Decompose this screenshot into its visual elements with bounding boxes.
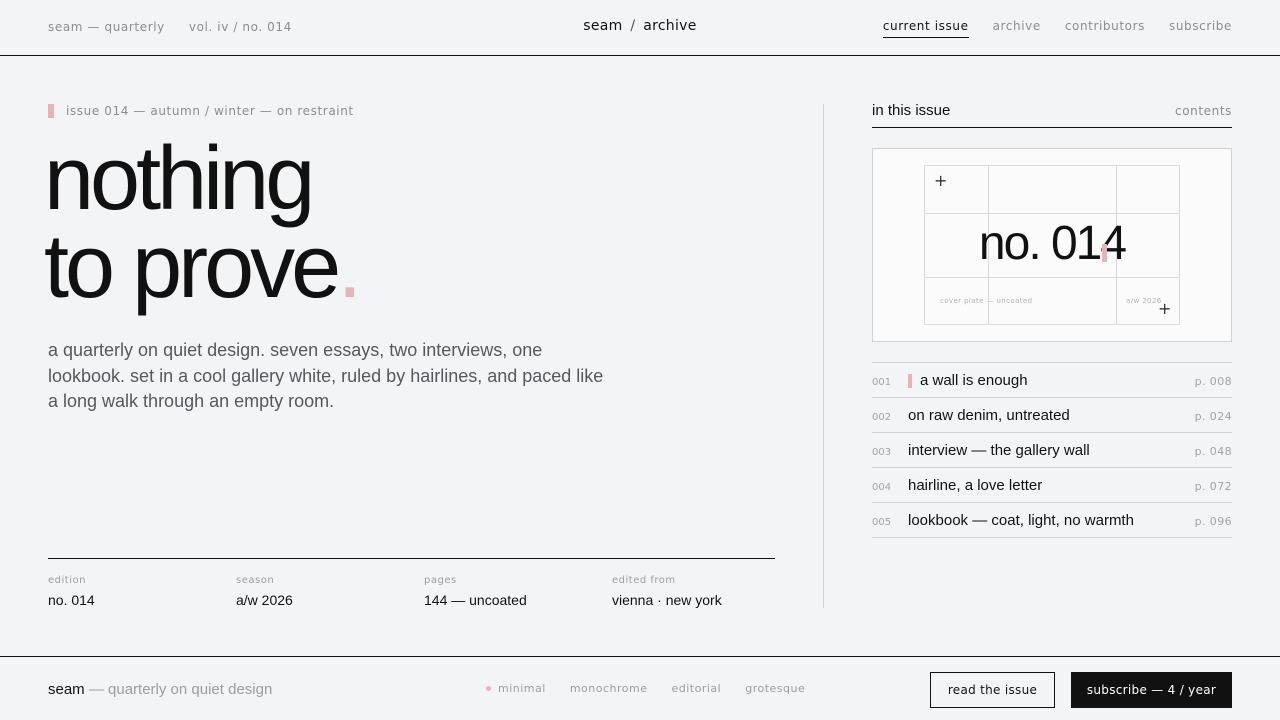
toc-title: a wall is enough xyxy=(908,372,1028,389)
meta-edition: edition no. 014 xyxy=(48,575,95,608)
meta-season: season a/w 2026 xyxy=(236,575,293,608)
meta-value: no. 014 xyxy=(48,592,95,608)
meta-value: a/w 2026 xyxy=(236,592,293,608)
cover-number: no. 014 xyxy=(978,217,1127,270)
top-bar: seam — quarterly vol. iv / no. 014 seam /… xyxy=(0,0,1280,56)
issue-kicker: issue 014 — autumn / winter — on restrai… xyxy=(48,104,354,118)
sidebar-title: in this issue xyxy=(872,102,951,119)
tag-minimal[interactable]: minimal xyxy=(486,682,546,695)
sidebar-header: in this issue contents xyxy=(872,102,1232,128)
nav-contributors[interactable]: contributors xyxy=(1065,19,1145,38)
plate-grid-line xyxy=(925,213,1179,214)
crosshair-icon: + xyxy=(934,171,948,190)
site-title-right: archive xyxy=(643,18,697,34)
meta-pages: pages 144 — uncoated xyxy=(424,575,527,608)
lede-paragraph: a quarterly on quiet design. seven essay… xyxy=(48,340,604,411)
toc-title: interview — the gallery wall xyxy=(908,442,1090,459)
meta-label: season xyxy=(236,575,275,586)
site-title-separator: / xyxy=(630,18,636,34)
footer-brand: seam — quarterly on quiet design xyxy=(48,681,272,698)
meta-label: edition xyxy=(48,575,86,586)
style-tags: minimal monochrome editorial grotesque xyxy=(486,682,805,695)
toc-title: hairline, a love letter xyxy=(908,477,1043,494)
toc-title: lookbook — coat, light, no warmth xyxy=(908,512,1134,529)
active-dot-icon xyxy=(486,686,491,691)
meta-value: 144 — uncoated xyxy=(424,592,527,608)
headline-line-1: nothing xyxy=(44,129,315,229)
headline-dot: . xyxy=(337,217,362,317)
toc-item[interactable]: 002 on raw denim, untreated p. 024 xyxy=(872,398,1232,433)
meta-edited-from: edited from vienna · new york xyxy=(612,575,722,608)
nav-archive[interactable]: archive xyxy=(993,19,1041,38)
kicker-text: issue 014 — autumn / winter — on restrai… xyxy=(66,104,354,118)
column-divider xyxy=(823,104,824,608)
cover-season: a/w 2026 xyxy=(1126,297,1162,305)
toc-title-text: a wall is enough xyxy=(920,372,1028,389)
toc-number: 004 xyxy=(872,482,892,493)
tag-editorial[interactable]: editorial xyxy=(671,682,721,695)
meta-value: vienna · new york xyxy=(612,592,722,608)
toc-item[interactable]: 003 interview — the gallery wall p. 048 xyxy=(872,433,1232,468)
toc-number: 003 xyxy=(872,447,892,458)
toc-page: p. 096 xyxy=(1194,515,1232,528)
headline-line-2: to prove. xyxy=(44,222,362,312)
footer-bar: seam — quarterly on quiet design minimal… xyxy=(0,656,1280,720)
accent-mark xyxy=(48,104,54,118)
toc-marker xyxy=(908,373,912,388)
headline: nothing to prove. xyxy=(44,129,362,312)
issue-meta: edition no. 014 season a/w 2026 pages 14… xyxy=(48,558,775,608)
tag-label: minimal xyxy=(498,682,546,695)
contents-link[interactable]: contents xyxy=(1175,104,1232,118)
toc-page: p. 048 xyxy=(1194,445,1232,458)
toc-page: p. 024 xyxy=(1194,410,1232,423)
meta-label: edited from xyxy=(612,575,676,586)
toc-number: 001 xyxy=(872,377,892,388)
cover-accent-bar xyxy=(1102,244,1107,262)
cover-plate: + + no. 014 cover plate — uncoated a/w 2… xyxy=(924,165,1180,325)
cover-caption: cover plate — uncoated xyxy=(940,297,1033,305)
toc-number: 005 xyxy=(872,517,892,528)
headline-line-2-text: to prove xyxy=(44,217,341,317)
read-issue-button[interactable]: read the issue xyxy=(930,672,1055,708)
main-nav: current issue archive contributors subsc… xyxy=(882,19,1232,38)
table-of-contents: 001 a wall is enough p. 008 002 on raw d… xyxy=(872,362,1232,538)
cover-preview[interactable]: + + no. 014 cover plate — uncoated a/w 2… xyxy=(872,148,1232,342)
meta-label: pages xyxy=(424,575,457,586)
toc-title: on raw denim, untreated xyxy=(908,407,1070,424)
toc-item[interactable]: 001 a wall is enough p. 008 xyxy=(872,363,1232,398)
brand-tagline: — quarterly on quiet design xyxy=(88,681,273,698)
toc-item[interactable]: 004 hairline, a love letter p. 072 xyxy=(872,468,1232,503)
toc-page: p. 072 xyxy=(1194,480,1232,493)
brand-name: seam xyxy=(48,681,85,698)
tag-monochrome[interactable]: monochrome xyxy=(570,682,648,695)
toc-page: p. 008 xyxy=(1194,375,1232,388)
toc-number: 002 xyxy=(872,412,892,423)
subscribe-button[interactable]: subscribe — 4 / year xyxy=(1071,672,1232,708)
nav-current-issue[interactable]: current issue xyxy=(882,19,969,38)
nav-subscribe[interactable]: subscribe xyxy=(1169,19,1232,38)
plate-grid-line xyxy=(925,277,1179,278)
site-title-left: seam xyxy=(583,18,623,34)
toc-item[interactable]: 005 lookbook — coat, light, no warmth p.… xyxy=(872,503,1232,538)
tag-grotesque[interactable]: grotesque xyxy=(745,682,805,695)
